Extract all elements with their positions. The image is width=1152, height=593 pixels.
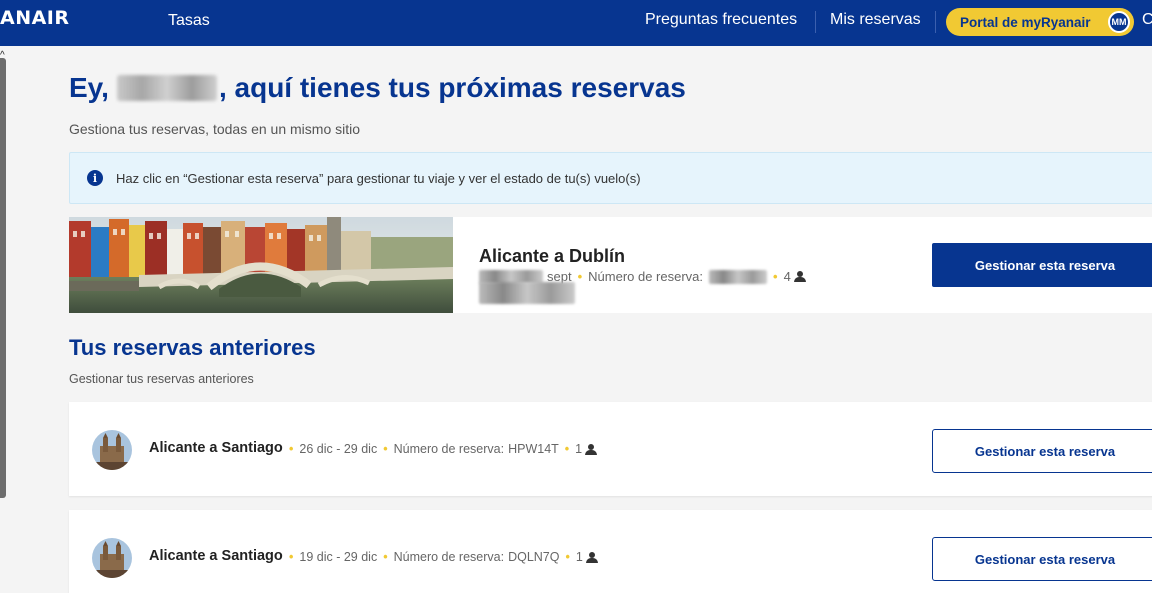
passenger-icon bbox=[793, 271, 806, 282]
nav-link-faq[interactable]: Preguntas frecuentes bbox=[645, 11, 797, 29]
manage-booking-button[interactable]: Gestionar esta reserva bbox=[932, 243, 1152, 287]
passenger-icon bbox=[585, 551, 598, 563]
nav-link-tasas[interactable]: Tasas bbox=[168, 12, 210, 30]
passenger-count: 1 bbox=[575, 442, 583, 456]
booking-number-label: Número de reserva: bbox=[393, 442, 505, 456]
info-text: Haz clic en “Gestionar esta reserva” par… bbox=[116, 171, 641, 186]
info-banner: i Haz clic en “Gestionar esta reserva” p… bbox=[69, 152, 1152, 204]
past-bookings-subtitle: Gestionar tus reservas anteriores bbox=[69, 372, 254, 386]
past-dates: 19 dic - 29 dic bbox=[299, 550, 378, 564]
booking-number-label: Número de reserva: bbox=[393, 550, 505, 564]
separator-dot: • bbox=[577, 269, 583, 284]
passenger-count: 1 bbox=[575, 550, 583, 564]
past-dates: 26 dic - 29 dic bbox=[299, 442, 378, 456]
separator-dot: • bbox=[289, 442, 294, 456]
greeting-suffix: , aquí tienes tus próximas reservas bbox=[218, 72, 686, 103]
info-icon: i bbox=[87, 170, 103, 186]
greeting-prefix: Ey, bbox=[69, 72, 109, 103]
top-navigation: ANAIR Tasas Preguntas frecuentes Mis res… bbox=[0, 0, 1152, 46]
upcoming-route: Alicante a Dublín bbox=[479, 246, 626, 266]
redacted-user-name bbox=[116, 75, 217, 101]
separator-dot: • bbox=[383, 442, 388, 456]
nav-link-truncated[interactable]: C bbox=[1142, 11, 1152, 29]
booking-number-label: Número de reserva: bbox=[588, 269, 704, 284]
past-route: Alicante a Santiago bbox=[149, 548, 283, 564]
past-route: Alicante a Santiago bbox=[149, 440, 283, 456]
manage-booking-button[interactable]: Gestionar esta reserva bbox=[932, 537, 1152, 581]
portal-myryanair-button[interactable]: Portal de myRyanair MM bbox=[946, 8, 1134, 36]
portal-label: Portal de myRyanair bbox=[960, 14, 1091, 30]
past-booking-card: Alicante a Santiago • 19 dic - 29 dic • … bbox=[69, 510, 1152, 593]
manage-booking-button[interactable]: Gestionar esta reserva bbox=[932, 429, 1152, 473]
separator-dot: • bbox=[565, 550, 570, 564]
passenger-count: 4 bbox=[783, 269, 791, 284]
page-title: Ey, , aquí tienes tus próximas reservas bbox=[69, 72, 686, 104]
ryanair-logo[interactable]: ANAIR bbox=[0, 7, 70, 29]
upcoming-booking-card: Alicante a Dublín sept • Número de reser… bbox=[69, 217, 1152, 313]
passenger-icon bbox=[585, 443, 598, 455]
separator-dot: • bbox=[289, 550, 294, 564]
dublin-bridge-image bbox=[69, 217, 453, 313]
booking-code: DQLN7Q bbox=[508, 550, 560, 564]
past-meta: • 26 dic - 29 dic • Número de reserva: H… bbox=[289, 442, 598, 456]
past-bookings-title: Tus reservas anteriores bbox=[69, 335, 316, 360]
user-avatar-badge: MM bbox=[1108, 11, 1130, 33]
separator-dot: • bbox=[564, 442, 570, 456]
nav-link-mis-reservas[interactable]: Mis reservas bbox=[830, 11, 921, 29]
past-meta: • 19 dic - 29 dic • Número de reserva: D… bbox=[289, 550, 598, 564]
santiago-destination-image bbox=[92, 430, 132, 470]
past-booking-card: Alicante a Santiago • 26 dic - 29 dic • … bbox=[69, 402, 1152, 496]
scrollbar[interactable] bbox=[0, 58, 6, 498]
redacted-dates-overflow bbox=[479, 282, 575, 304]
nav-divider bbox=[815, 11, 816, 33]
separator-dot: • bbox=[383, 550, 388, 564]
page-subtitle: Gestiona tus reservas, todas en un mismo… bbox=[69, 121, 361, 137]
redacted-booking-number bbox=[709, 269, 768, 284]
santiago-destination-image bbox=[92, 538, 132, 578]
separator-dot: • bbox=[773, 269, 778, 284]
nav-divider bbox=[935, 11, 936, 33]
booking-code: HPW14T bbox=[508, 442, 559, 456]
